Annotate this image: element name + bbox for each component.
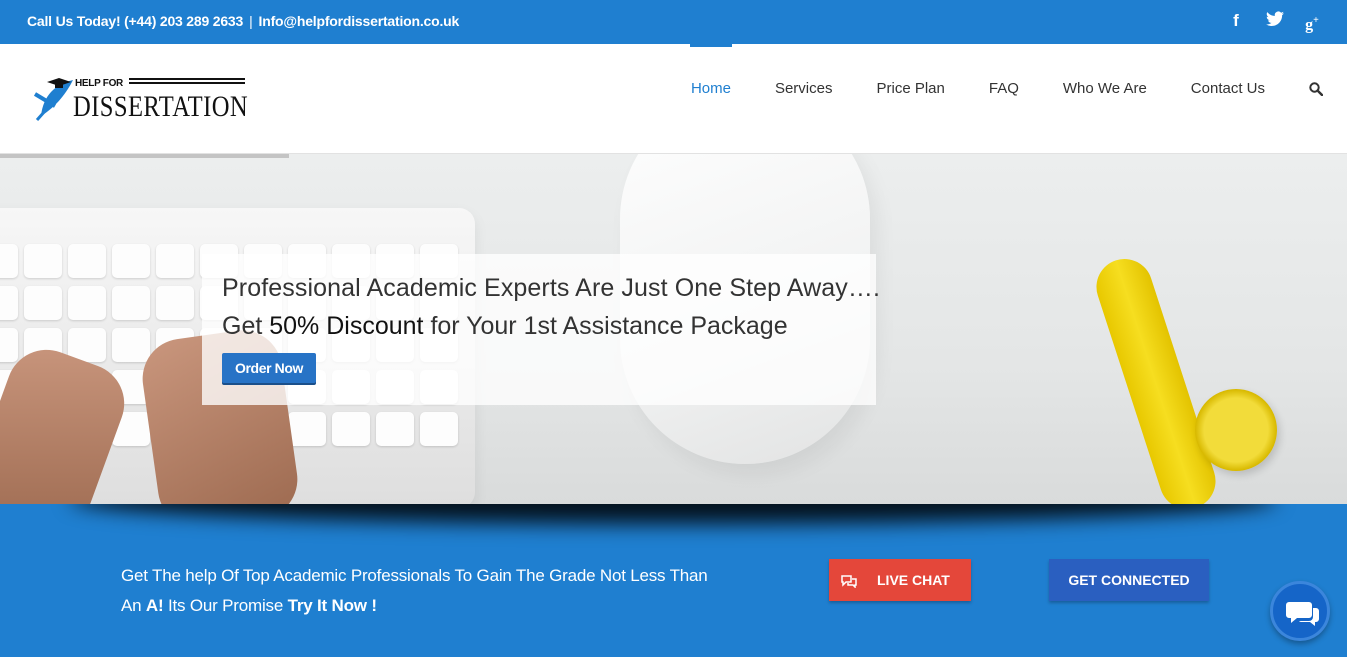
offer-prefix: Get bbox=[222, 312, 270, 340]
google-plus-icon[interactable]: g+ bbox=[1304, 11, 1320, 35]
hero-offer: Get 50% Discount for Your 1st Assistance… bbox=[222, 312, 788, 341]
nav-price-plan[interactable]: Price Plan bbox=[876, 44, 944, 154]
email-link[interactable]: Info@helpfordissertation.co.uk bbox=[259, 13, 460, 29]
get-connected-button[interactable]: GET CONNECTED bbox=[1049, 559, 1209, 601]
cta-grade: A! bbox=[145, 596, 164, 615]
cta-line-2-mid: Its Our Promise bbox=[163, 596, 288, 615]
cta-band: Get The help Of Top Academic Professiona… bbox=[0, 504, 1347, 657]
site-logo[interactable]: HELP FOR DISSERTATION bbox=[33, 74, 248, 128]
logo-top-text: HELP FOR bbox=[75, 78, 123, 89]
offer-suffix: for Your 1st Assistance Package bbox=[423, 312, 788, 340]
site-header: HELP FOR DISSERTATION Home Services Pric… bbox=[0, 44, 1347, 154]
order-now-button[interactable]: Order Now bbox=[222, 353, 316, 383]
chat-widget-icon[interactable] bbox=[1270, 581, 1330, 641]
live-chat-button[interactable]: LIVE CHAT bbox=[829, 559, 971, 601]
hero-slider: Professional Academic Experts Are Just O… bbox=[0, 154, 1347, 504]
logo-main-text: DISSERTATION bbox=[73, 90, 249, 123]
phone-text: Call Us Today! (+44) 203 289 2633 bbox=[27, 13, 244, 29]
cta-try-now: Try It Now ! bbox=[287, 596, 377, 615]
slider-progress-bar bbox=[0, 154, 289, 158]
cta-text: Get The help Of Top Academic Professiona… bbox=[121, 561, 781, 621]
chat-icon bbox=[841, 559, 857, 601]
band-shadow bbox=[70, 504, 1277, 524]
contact-separator: | bbox=[249, 13, 253, 29]
search-icon[interactable] bbox=[1309, 44, 1323, 154]
cta-line-2-prefix: An bbox=[121, 596, 146, 615]
contact-info: Call Us Today! (+44) 203 289 2633 | Info@h… bbox=[27, 13, 459, 29]
facebook-icon[interactable]: f bbox=[1228, 11, 1244, 35]
offer-highlight: 50% Discount bbox=[269, 312, 424, 340]
nav-services[interactable]: Services bbox=[775, 44, 833, 154]
social-links: f g+ bbox=[1228, 11, 1320, 35]
twitter-icon[interactable] bbox=[1266, 11, 1284, 35]
nav-faq[interactable]: FAQ bbox=[989, 44, 1019, 154]
live-chat-label: LIVE CHAT bbox=[877, 572, 950, 588]
main-nav: Home Services Price Plan FAQ Who We Are … bbox=[669, 44, 1323, 154]
logo-lines bbox=[129, 78, 245, 86]
hero-headline: Professional Academic Experts Are Just O… bbox=[222, 274, 881, 302]
cta-line-2: An A! Its Our Promise Try It Now ! bbox=[121, 591, 781, 621]
nav-who-we-are[interactable]: Who We Are bbox=[1063, 44, 1147, 154]
top-bar: Call Us Today! (+44) 203 289 2633 | Info@h… bbox=[0, 0, 1347, 44]
promo-box: Professional Academic Experts Are Just O… bbox=[202, 254, 880, 405]
nav-home[interactable]: Home bbox=[689, 44, 732, 154]
cta-line-1: Get The help Of Top Academic Professiona… bbox=[121, 566, 708, 585]
nav-contact-us[interactable]: Contact Us bbox=[1191, 44, 1265, 154]
watch-band-image bbox=[1089, 251, 1223, 504]
quill-logo-icon bbox=[33, 78, 73, 121]
watch-image bbox=[1195, 389, 1277, 471]
